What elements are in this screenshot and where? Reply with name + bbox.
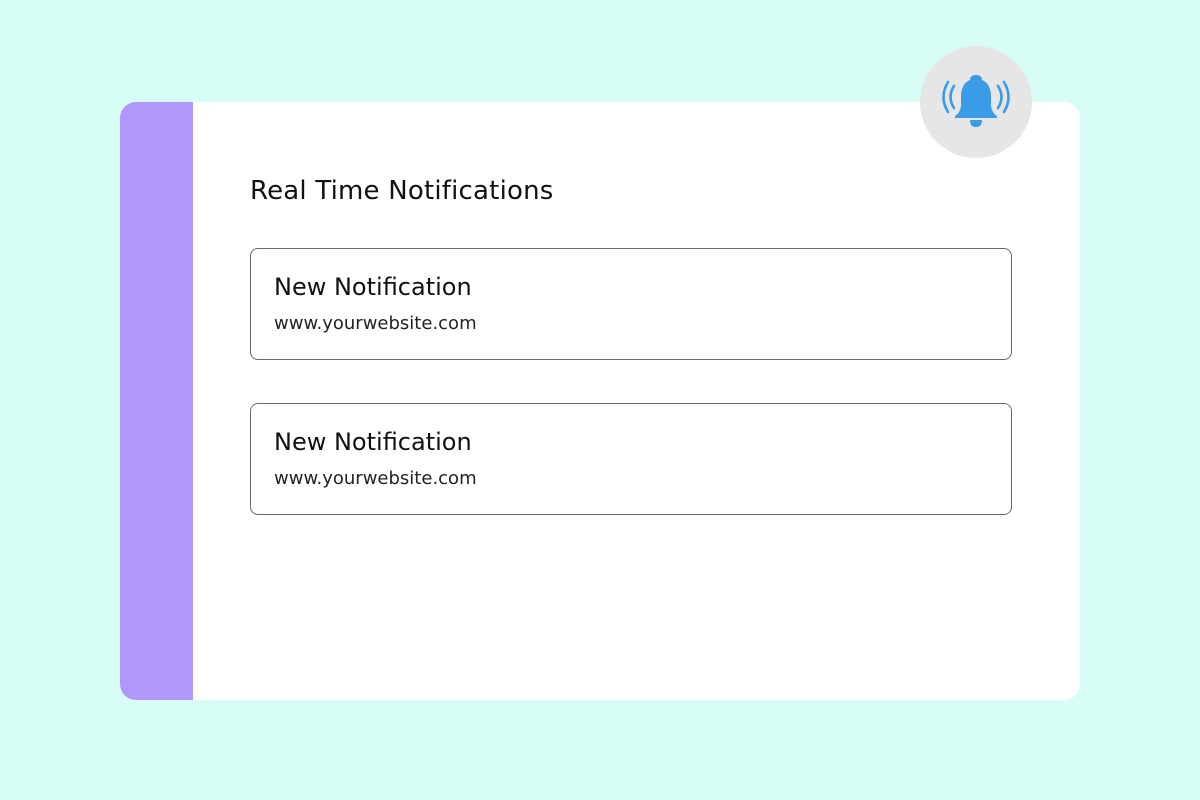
panel-title: Real Time Notifications bbox=[250, 176, 554, 206]
notification-url: www.yourwebsite.com bbox=[274, 468, 477, 489]
ringing-bell-icon bbox=[942, 75, 1010, 127]
notification-title: New Notification bbox=[274, 428, 472, 456]
notification-bell-button[interactable] bbox=[920, 46, 1032, 158]
notifications-panel: Real Time Notifications New Notification… bbox=[120, 102, 1080, 700]
notification-card[interactable]: New Notification www.yourwebsite.com bbox=[250, 403, 1012, 515]
panel-accent-bar bbox=[120, 102, 193, 700]
notification-card[interactable]: New Notification www.yourwebsite.com bbox=[250, 248, 1012, 360]
notification-title: New Notification bbox=[274, 273, 472, 301]
notification-url: www.yourwebsite.com bbox=[274, 313, 477, 334]
